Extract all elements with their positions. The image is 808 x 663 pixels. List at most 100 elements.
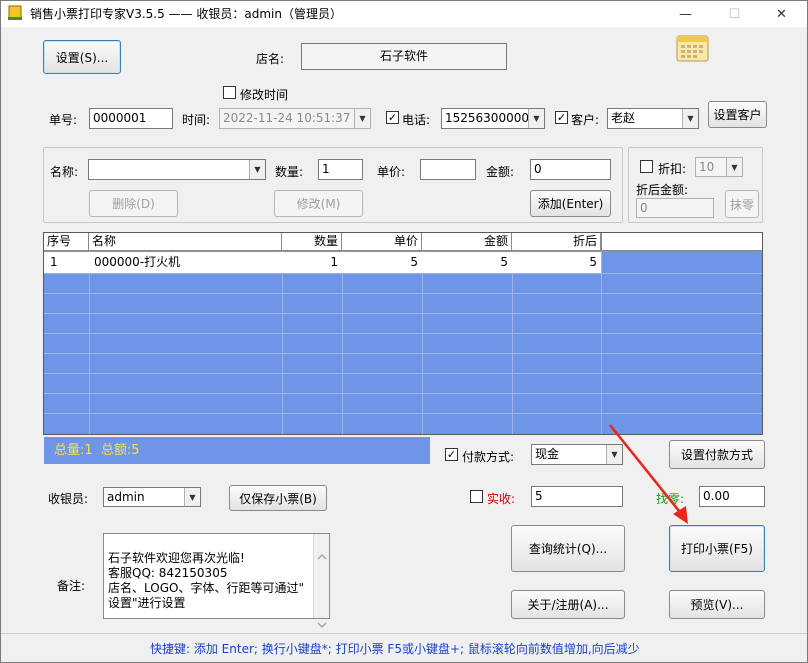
about-register-button[interactable]: 关于/注册(A)...: [511, 590, 625, 619]
grid-header-filler: [601, 233, 762, 251]
chevron-down-icon[interactable]: ▼: [184, 488, 200, 506]
qty-input[interactable]: 1: [318, 159, 363, 180]
wipe-button[interactable]: 抹零: [725, 190, 759, 218]
grid-header: 序号 名称 数量 单价 金额 折后: [44, 233, 601, 251]
customer-combo[interactable]: 老赵 ▼: [607, 108, 699, 129]
column-header[interactable]: 折后: [512, 233, 601, 251]
shortcut-hint: 快捷键: 添加 Enter; 换行小键盘*; 打印小票 F5或小键盘+; 鼠标滚…: [150, 642, 640, 656]
grid-row-line: [44, 313, 762, 314]
price-input[interactable]: [420, 159, 476, 180]
remarks-scrollbar[interactable]: [313, 534, 329, 628]
payment-checkbox[interactable]: ✓: [445, 448, 458, 461]
row-amount-cell: 5: [500, 255, 508, 269]
remarks-label: 备注:: [57, 579, 86, 593]
grid-row-line: [44, 273, 762, 274]
customer-value: 老赵: [611, 111, 636, 125]
row-price-cell: 5: [410, 255, 418, 269]
grid-row-line: [44, 353, 762, 354]
received-checkbox[interactable]: [470, 490, 483, 503]
received-label: 实收:: [487, 492, 516, 506]
grid-divider: [342, 251, 343, 434]
column-header[interactable]: 单价: [342, 233, 422, 251]
query-stats-button[interactable]: 查询统计(Q)...: [511, 525, 625, 572]
chevron-down-icon[interactable]: ▼: [528, 109, 544, 128]
settings-button[interactable]: 设置(S)...: [43, 40, 121, 74]
grid-divider: [282, 251, 283, 434]
order-no-input[interactable]: 0000001: [89, 108, 173, 129]
add-button[interactable]: 添加(Enter): [530, 190, 611, 217]
remarks-textarea[interactable]: 石子软件欢迎您再次光临! 客服QQ: 842150305 店名、LOGO、字体、…: [103, 533, 330, 628]
print-receipt-button[interactable]: 打印小票(F5): [669, 525, 765, 572]
discount-checkbox[interactable]: [640, 160, 653, 173]
store-name-field: 石子软件: [301, 43, 507, 70]
cashier-label: 收银员:: [48, 492, 89, 506]
time-value: 2022-11-24 10:51:37: [223, 111, 351, 125]
order-no-label: 单号:: [49, 113, 78, 127]
phone-value: 15256300000: [445, 111, 529, 125]
remarks-text: 石子软件欢迎您再次光临! 客服QQ: 842150305 店名、LOGO、字体、…: [108, 551, 304, 610]
discount-combo[interactable]: 10 ▼: [695, 157, 743, 177]
item-name-combo[interactable]: ▼: [88, 159, 266, 180]
amount-label: 金额:: [486, 165, 515, 179]
grid-row-line: [44, 413, 762, 414]
chevron-down-icon[interactable]: ▼: [726, 158, 742, 176]
grid-row-line: [44, 393, 762, 394]
scroll-arrows-icon: [317, 554, 327, 628]
column-header[interactable]: 名称: [89, 233, 282, 251]
row-name-cell: 000000-打火机: [94, 255, 181, 269]
grid-divider: [89, 251, 90, 434]
receipt-app-icon: [8, 5, 22, 20]
column-header[interactable]: 数量: [282, 233, 342, 251]
payment-label: 付款方式:: [462, 450, 515, 464]
items-grid[interactable]: 序号 名称 数量 单价 金额 折后 1 000000-打火机 1 5 5 5: [43, 232, 763, 435]
column-header[interactable]: 序号: [44, 233, 89, 251]
delete-button[interactable]: 删除(D): [89, 190, 178, 217]
grid-divider: [601, 251, 602, 434]
time-label: 时间:: [182, 113, 211, 127]
cashier-combo[interactable]: admin ▼: [103, 487, 201, 507]
chevron-down-icon[interactable]: ▼: [354, 109, 370, 128]
grid-row-line: [44, 293, 762, 294]
set-customer-button[interactable]: 设置客户: [708, 101, 767, 128]
phone-combo[interactable]: 15256300000 ▼: [441, 108, 545, 129]
save-only-button[interactable]: 仅保存小票(B): [229, 485, 327, 511]
chevron-down-icon[interactable]: ▼: [249, 160, 265, 179]
grid-divider: [422, 251, 423, 434]
after-discount-input[interactable]: 0: [636, 198, 714, 218]
cashier-value: admin: [107, 490, 145, 504]
grid-row-line: [44, 373, 762, 374]
grid-row-line: [44, 333, 762, 334]
price-label: 单价:: [377, 165, 406, 179]
maximize-button[interactable]: ☐: [712, 1, 757, 27]
phone-label: 电话:: [402, 113, 431, 127]
change-input[interactable]: 0.00: [699, 486, 765, 507]
modify-button[interactable]: 修改(M): [274, 190, 363, 217]
summary-bar: 总量:1 总额:5: [44, 437, 430, 464]
store-label: 店名:: [256, 52, 285, 66]
chevron-down-icon[interactable]: ▼: [682, 109, 698, 128]
minimize-button[interactable]: —: [663, 1, 708, 27]
preview-button[interactable]: 预览(V)...: [669, 590, 765, 619]
row-qty-cell: 1: [330, 255, 338, 269]
modify-time-label: 修改时间: [240, 88, 289, 102]
after-discount-label: 折后金额:: [636, 183, 689, 197]
time-picker[interactable]: 2022-11-24 10:51:37 ▼: [219, 108, 371, 129]
phone-checkbox[interactable]: ✓: [386, 111, 399, 124]
discount-value: 10: [699, 160, 715, 174]
qty-label: 数量:: [275, 165, 304, 179]
modify-time-checkbox[interactable]: [223, 86, 236, 99]
close-button[interactable]: ✕: [759, 1, 804, 27]
customer-checkbox[interactable]: ✓: [555, 111, 568, 124]
customer-label: 客户:: [571, 113, 600, 127]
amount-input[interactable]: 0: [530, 159, 611, 180]
discount-label: 折扣:: [658, 162, 687, 176]
grid-divider: [512, 251, 513, 434]
row-no-cell: 1: [50, 255, 58, 269]
column-header[interactable]: 金额: [422, 233, 512, 251]
window-title: 销售小票打印专家V3.5.5 —— 收银员：admin（管理员）: [30, 7, 342, 21]
calendar-icon[interactable]: [676, 32, 709, 62]
item-name-label: 名称:: [50, 165, 79, 179]
payment-value: 现金: [535, 447, 560, 461]
row-discounted-cell: 5: [589, 255, 597, 269]
annotation-arrow-icon: [609, 424, 688, 524]
